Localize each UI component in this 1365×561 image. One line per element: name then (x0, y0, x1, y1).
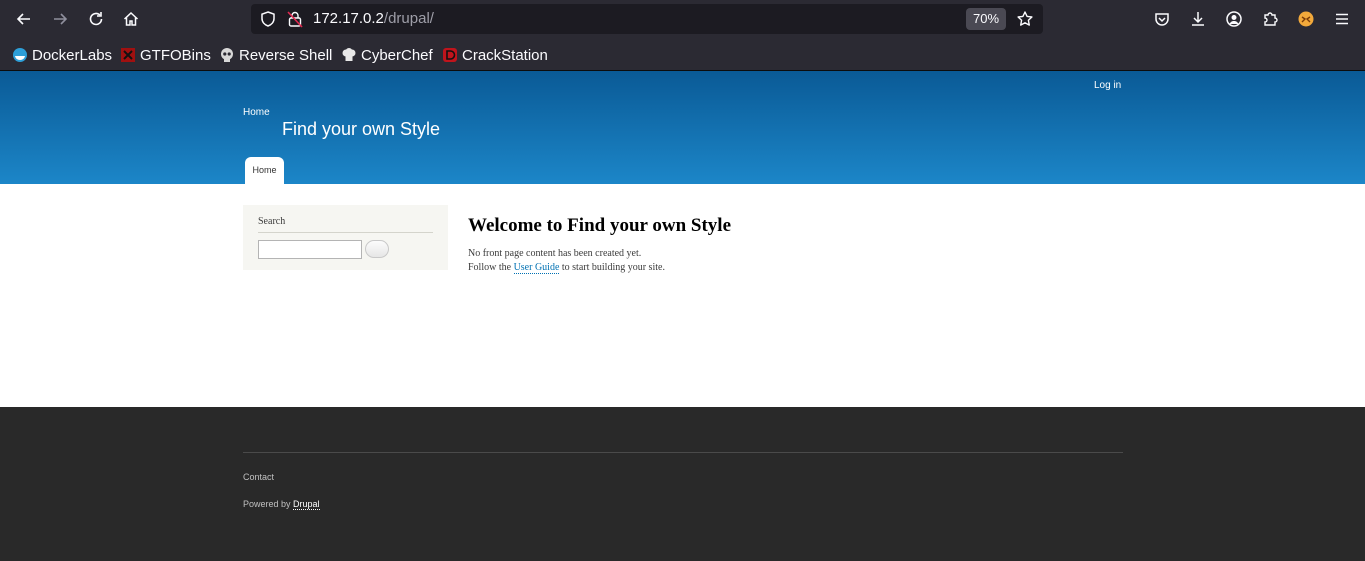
url-text[interactable]: 172.17.0.2/drupal/ (313, 10, 434, 27)
reload-icon (89, 12, 103, 26)
bookmark-reverse-shell[interactable]: Reverse Shell (219, 46, 332, 64)
shield-icon[interactable] (259, 10, 277, 28)
home-button[interactable] (119, 7, 143, 31)
pocket-icon (1155, 13, 1169, 26)
menu-button[interactable] (1330, 7, 1354, 31)
footer-divider (243, 452, 1123, 453)
drupal-link[interactable]: Drupal (293, 499, 320, 510)
zoom-level-button[interactable]: 70% (966, 8, 1006, 30)
powered-by: Powered by Drupal (243, 499, 320, 510)
hamburger-menu-icon (1336, 13, 1348, 25)
site-name[interactable]: Find your own Style (282, 119, 440, 140)
pocket-button[interactable] (1150, 7, 1174, 31)
search-block: Search (243, 205, 448, 270)
user-guide-message: Follow the User Guide to start building … (468, 262, 665, 274)
extension-fox-button[interactable] (1294, 7, 1318, 31)
bookmarks-toolbar: DockerLabs GTFOBins Reverse Shell CyberC… (0, 38, 1365, 71)
contact-link[interactable]: Contact (243, 472, 274, 482)
arrow-right-icon (54, 13, 68, 25)
account-button[interactable] (1222, 7, 1246, 31)
tab-home[interactable]: Home (245, 157, 284, 184)
puzzle-icon (1264, 12, 1278, 26)
search-input[interactable] (258, 240, 362, 259)
reload-button[interactable] (84, 7, 108, 31)
bookmark-gtfobins[interactable]: GTFOBins (120, 46, 211, 64)
back-button[interactable] (12, 7, 36, 31)
arrow-left-icon (16, 13, 30, 25)
page-title: Welcome to Find your own Style (468, 215, 732, 236)
chef-hat-icon (341, 47, 357, 63)
extensions-button[interactable] (1258, 7, 1282, 31)
home-logo-link[interactable]: Home (243, 107, 270, 118)
search-block-divider (258, 232, 433, 233)
bookmark-cyberchef[interactable]: CyberChef (341, 46, 433, 64)
forward-button[interactable] (48, 7, 72, 31)
search-submit-button[interactable] (365, 240, 389, 258)
site-footer: Contact Powered by Drupal (0, 407, 1365, 561)
bookmark-dockerlabs[interactable]: DockerLabs (12, 46, 112, 64)
bookmark-star-icon[interactable] (1016, 10, 1034, 28)
skull-icon (219, 47, 235, 63)
no-content-message: No front page content has been created y… (468, 248, 642, 259)
search-block-title: Search (258, 216, 286, 227)
dockerlabs-icon (12, 47, 28, 63)
fox-extension-icon (1298, 11, 1314, 27)
user-guide-link[interactable]: User Guide (513, 262, 560, 274)
bookmark-crackstation[interactable]: CrackStation (442, 46, 548, 64)
account-icon (1226, 11, 1242, 27)
login-link[interactable]: Log in (1094, 80, 1121, 91)
insecure-lock-icon[interactable] (286, 10, 304, 28)
site-header: Log in Home Find your own Style Home (0, 71, 1365, 184)
url-bar[interactable]: 172.17.0.2/drupal/ 70% (251, 4, 1043, 34)
crackstation-icon (442, 47, 458, 63)
home-icon (123, 11, 139, 26)
gtfobins-icon (120, 47, 136, 63)
browser-toolbar: 172.17.0.2/drupal/ 70% (0, 0, 1365, 38)
downloads-button[interactable] (1186, 7, 1210, 31)
download-icon (1192, 12, 1204, 26)
